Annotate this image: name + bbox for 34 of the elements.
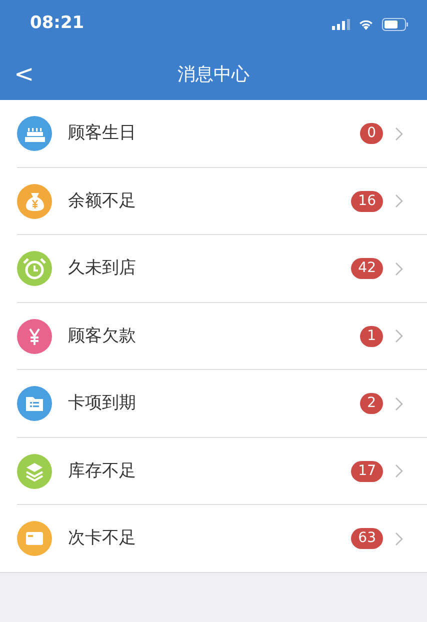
- count-badge: 42: [351, 258, 383, 280]
- item-label: 次卡不足: [68, 527, 137, 550]
- chevron-icon: [395, 464, 403, 478]
- wifi-icon: [358, 18, 374, 30]
- count-badge: 63: [351, 528, 383, 550]
- list-item[interactable]: 库存不足 17: [0, 438, 427, 505]
- signal-icon: [332, 18, 350, 30]
- item-label: 余额不足: [68, 190, 137, 212]
- list-item[interactable]: 卡项到期 2: [0, 370, 427, 438]
- list-item[interactable]: 顾客生日 0: [0, 100, 427, 168]
- chevron-icon: [395, 262, 403, 276]
- page-title: 消息中心: [178, 62, 250, 86]
- count-badge: 0: [360, 123, 383, 144]
- chevron-icon: [395, 194, 403, 208]
- chevron-icon: [395, 396, 403, 411]
- list-item[interactable]: 余额不足 16: [0, 168, 427, 235]
- list-item[interactable]: 顾客欠款 1: [0, 302, 427, 370]
- item-label: 卡项到期: [68, 392, 137, 415]
- item-label: 库存不足: [68, 460, 137, 482]
- status-time: 08:21: [30, 12, 84, 36]
- list-item[interactable]: 久未到店 42: [0, 235, 427, 302]
- item-label: 顾客生日: [68, 122, 137, 145]
- count-badge: 16: [351, 190, 383, 212]
- back-button[interactable]: <: [0, 62, 48, 86]
- battery-icon: [382, 18, 409, 30]
- count-badge: 1: [360, 326, 383, 347]
- chevron-icon: [395, 126, 403, 141]
- count-badge: 17: [351, 460, 383, 482]
- item-label: 久未到店: [68, 257, 137, 280]
- count-badge: 2: [360, 393, 383, 414]
- item-label: 顾客欠款: [68, 324, 137, 348]
- chevron-icon: [395, 329, 403, 344]
- list-item[interactable]: 次卡不足 63: [0, 505, 427, 572]
- chevron-icon: [395, 532, 403, 546]
